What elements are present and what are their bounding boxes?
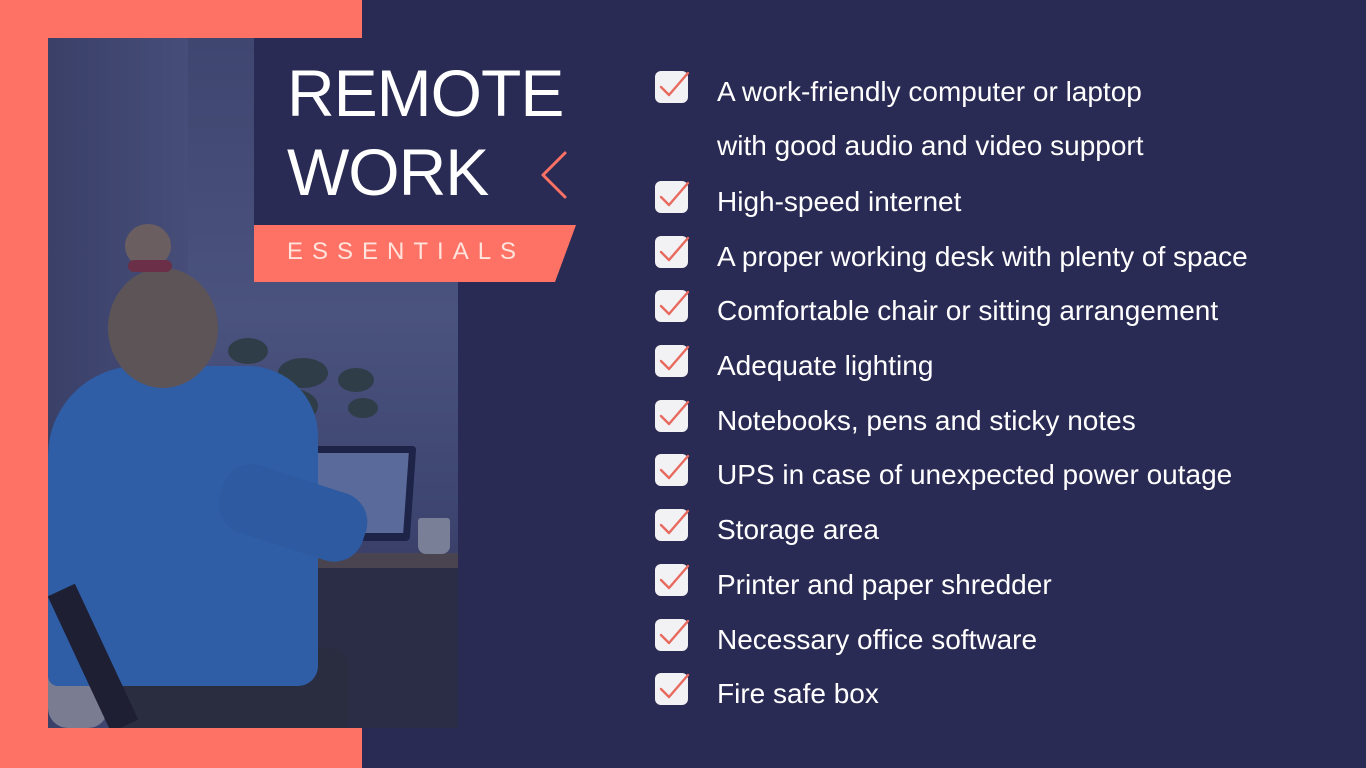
- subtitle: ESSENTIALS: [287, 238, 526, 265]
- checklist-item-label: Notebooks, pens and sticky notes: [717, 394, 1136, 448]
- checklist-item-label: Adequate lighting: [717, 339, 933, 393]
- checklist-item-label: Necessary office software: [717, 613, 1037, 667]
- checklist-item-label: Fire safe box: [717, 667, 879, 721]
- checked-checkbox-icon[interactable]: [654, 397, 690, 433]
- checklist-item-label: A proper working desk with plenty of spa…: [717, 230, 1248, 284]
- checked-checkbox-icon[interactable]: [654, 178, 690, 214]
- checklist-item-line: High-speed internet: [717, 186, 962, 217]
- checklist-item-line: Comfortable chair or sitting arrangement: [717, 295, 1219, 327]
- checklist-item-line: Notebooks, pens and sticky notes: [717, 404, 1136, 436]
- checked-checkbox-icon[interactable]: [654, 342, 690, 378]
- checklist-item-label: Printer and paper shredder: [717, 558, 1052, 612]
- checked-checkbox-icon[interactable]: [654, 233, 690, 269]
- title-line-1: REMOTE: [287, 56, 564, 130]
- checklist-item-line: Fire safe box: [717, 678, 879, 710]
- checklist-item-line: A work-friendly computer or laptop: [717, 76, 1142, 107]
- checklist-item-label: A work-friendly computer or laptop with g…: [717, 65, 1144, 173]
- checked-checkbox-icon[interactable]: [654, 670, 690, 706]
- photo-plant-leaf: [228, 338, 268, 364]
- photo-person-head: [108, 268, 218, 388]
- chevron-left-icon: [541, 151, 567, 199]
- checked-checkbox-icon[interactable]: [654, 287, 690, 323]
- checklist-item-label: High-speed internet: [717, 175, 961, 229]
- checklist-item-line: Adequate lighting: [717, 350, 934, 382]
- checked-checkbox-icon[interactable]: [654, 451, 690, 487]
- photo-plant-leaf: [348, 398, 378, 418]
- checklist-item-line: UPS in case of unexpected power outage: [717, 459, 1233, 491]
- photo-scrunchie: [128, 260, 172, 272]
- checklist-item-line: Necessary office software: [717, 623, 1038, 655]
- photo-plant-leaf: [338, 368, 374, 392]
- checked-checkbox-icon[interactable]: [654, 506, 690, 542]
- checklist-item-label: UPS in case of unexpected power outage: [717, 448, 1232, 502]
- checklist-item-line: Storage area: [717, 514, 879, 546]
- title-line-2: WORK: [287, 135, 489, 209]
- checked-checkbox-icon[interactable]: [654, 68, 690, 104]
- checked-checkbox-icon[interactable]: [654, 616, 690, 652]
- checklist-item-line: A proper working desk with plenty of spa…: [717, 240, 1248, 272]
- checked-checkbox-icon[interactable]: [654, 561, 690, 597]
- checklist-item-label: Storage area: [717, 503, 879, 557]
- checklist-item-line: Printer and paper shredder: [717, 568, 1052, 600]
- photo-mug: [418, 518, 450, 554]
- checklist-item-label: Comfortable chair or sitting arrangement: [717, 284, 1218, 338]
- checklist-item-line: with good audio and video support: [717, 130, 1144, 161]
